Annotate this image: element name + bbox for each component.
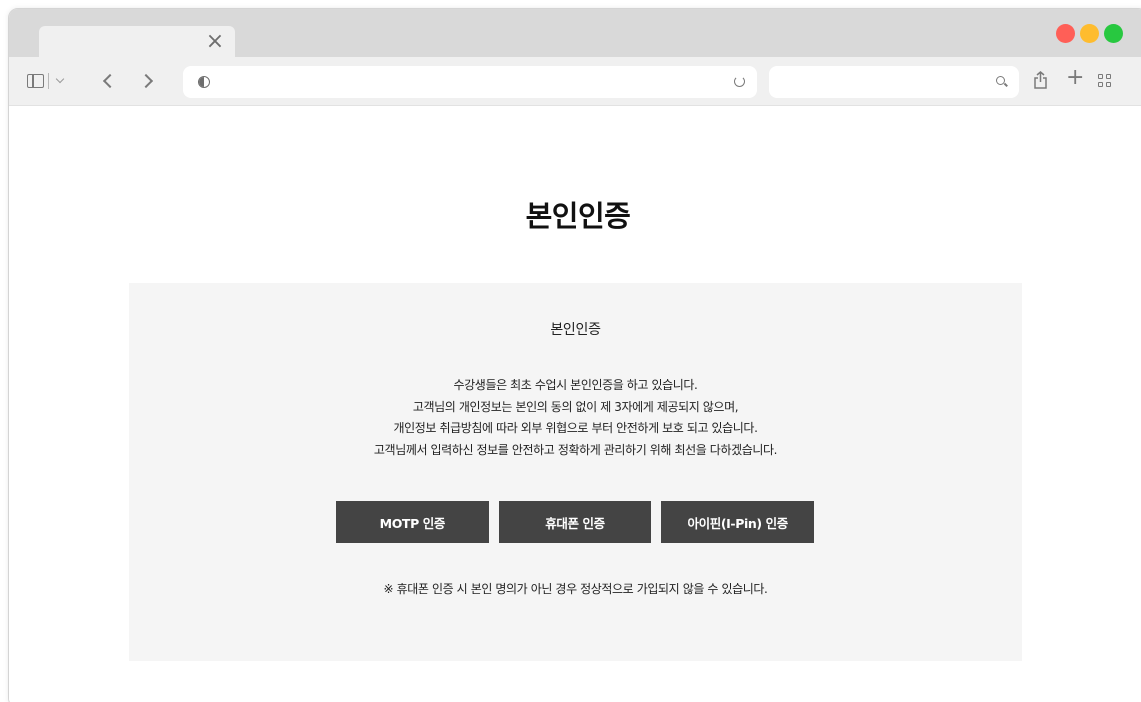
toolbar-divider	[48, 73, 49, 89]
page-title: 본인인증	[525, 201, 631, 233]
minimize-window-button[interactable]	[1080, 24, 1099, 43]
search-icon[interactable]	[996, 76, 1005, 85]
phone-verify-notice: ※ 휴대폰 인증 시 본인 명의가 아닌 경우 정상적으로 가입되지 않을 수 …	[383, 582, 768, 596]
new-tab-icon[interactable]: +	[1066, 67, 1084, 89]
maximize-window-button[interactable]	[1104, 24, 1123, 43]
chevron-down-icon[interactable]	[55, 74, 65, 84]
address-bar[interactable]	[183, 66, 757, 98]
description-text: 수강생들은 최초 수업시 본인인증을 하고 있습니다. 고객님의 개인정보는 본…	[129, 375, 1022, 461]
back-button[interactable]	[102, 73, 118, 89]
page-content: 본인인증 본인인증 수강생들은 최초 수업시 본인인증을 하고 있습니다. 고객…	[9, 107, 1141, 702]
forward-button[interactable]	[138, 73, 154, 89]
verification-button-row: MOTP 인증 휴대폰 인증 아이핀(I-Pin) 인증	[336, 501, 815, 543]
browser-tab[interactable]: ×	[39, 26, 235, 58]
description-line: 고객님의 개인정보는 본인의 동의 없이 제 3자에게 제공되지 않으며,	[412, 399, 739, 414]
share-icon[interactable]	[1034, 71, 1047, 89]
close-tab-icon[interactable]: ×	[205, 31, 225, 53]
verification-panel: 본인인증 수강생들은 최초 수업시 본인인증을 하고 있습니다. 고객님의 개인…	[129, 283, 1022, 661]
tab-overview-icon[interactable]	[1098, 74, 1112, 88]
motp-verify-button[interactable]: MOTP 인증	[336, 501, 489, 543]
sidebar-toggle-icon[interactable]	[27, 74, 44, 88]
close-window-button[interactable]	[1056, 24, 1075, 43]
description-line: 수강생들은 최초 수업시 본인인증을 하고 있습니다.	[453, 378, 698, 392]
browser-window: × + 본인인증 본인인증 수강생들은 최초 수업시 본인인증을 하고 있습니다…	[8, 8, 1141, 702]
browser-toolbar: +	[9, 57, 1141, 106]
tab-bar: ×	[9, 9, 1141, 58]
window-controls	[1056, 24, 1123, 43]
phone-verify-button[interactable]: 휴대폰 인증	[498, 501, 652, 543]
description-line: 개인정보 취급방침에 따라 외부 위협으로 부터 안전하게 보호 되고 있습니다…	[393, 421, 758, 435]
search-field[interactable]	[769, 66, 1019, 98]
ipin-verify-button[interactable]: 아이핀(I-Pin) 인증	[661, 501, 815, 543]
description-line: 고객님께서 입력하신 정보를 안전하고 정확하게 관리하기 위해 최선을 다하겠…	[373, 442, 778, 457]
privacy-shield-icon[interactable]	[198, 76, 210, 88]
panel-heading: 본인인증	[550, 322, 601, 338]
reload-icon[interactable]	[734, 76, 745, 87]
